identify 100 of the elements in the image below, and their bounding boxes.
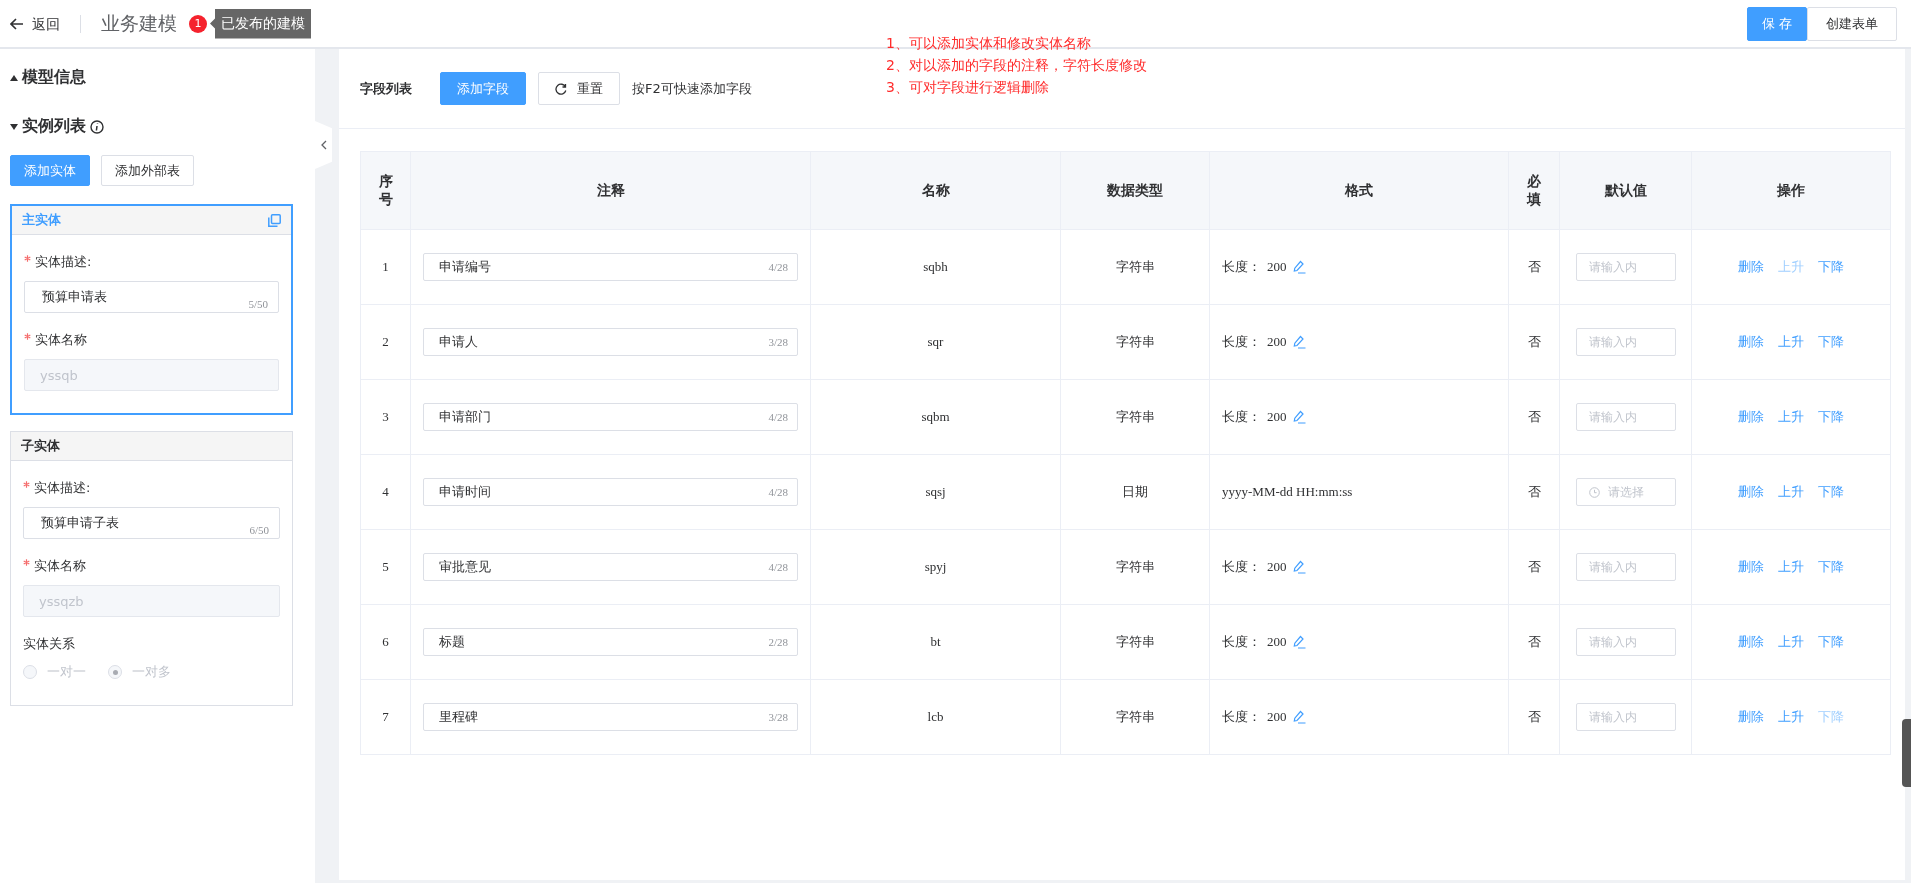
side-handle[interactable] [1902,719,1911,787]
action-link[interactable]: 下降 [1818,333,1844,351]
table-cell: sqbm [810,379,1061,455]
length-value: 200 [1267,409,1287,425]
table-cell: 否 [1508,529,1560,605]
action-link[interactable]: 下降 [1818,483,1844,501]
table-cell: lcb [810,679,1061,755]
column-header: 序号 [360,151,411,230]
annotation-note: 1、可以添加实体和修改实体名称 2、对以添加的字段的注释，字符长度修改 3、可对字段进行逻辑删除 [886,34,1147,97]
caret-up-icon [10,74,18,81]
column-header: 必填 [1508,151,1560,230]
action-link[interactable]: 删除 [1738,258,1764,276]
length-label: 长度： [1222,258,1261,276]
add-entity-button[interactable]: 添加实体 [10,155,90,186]
table-cell: 否 [1508,304,1560,380]
comment-field[interactable]: 申请部门 4/28 [423,403,798,431]
action-link[interactable]: 下降 [1818,558,1844,576]
copy-icon[interactable] [268,213,281,227]
reset-button[interactable]: 重置 [538,72,620,105]
length-label: 长度： [1222,633,1261,651]
column-header: 数据类型 [1060,151,1210,230]
table-cell: sqbh [810,229,1061,305]
arrow-left-icon [10,17,24,30]
comment-field[interactable]: 申请时间 4/28 [423,478,798,506]
edit-icon[interactable] [1292,635,1306,649]
description-field[interactable]: 预算申请子表 6/50 [23,507,280,539]
action-link[interactable]: 删除 [1738,483,1764,501]
table-cell: 3 [360,379,411,455]
field-label: 实体名称 [24,331,279,349]
field-label: 实体名称 [23,557,280,575]
field-label: 实体描述: [24,253,279,271]
save-button[interactable]: 保 存 [1746,6,1807,41]
field-label: 实体描述: [23,479,280,497]
add-field-button[interactable]: 添加字段 [440,72,526,105]
action-link[interactable]: 上升 [1778,633,1804,651]
hint-text: 按F2可快速添加字段 [632,79,752,98]
default-value-field[interactable]: 请输入内 [1575,403,1676,431]
table-cell: 否 [1508,679,1560,755]
clock-icon [1588,486,1600,498]
caret-down-icon [10,123,18,130]
table-cell: 否 [1508,454,1560,530]
edit-icon[interactable] [1292,560,1306,574]
action-link[interactable]: 上升 [1778,708,1804,726]
table-cell: 6 [360,604,411,680]
default-value-field[interactable]: 请输入内 [1575,553,1676,581]
table-cell: 字符串 [1060,604,1210,680]
table-cell: 否 [1508,229,1560,305]
back-link[interactable]: 返回 [10,14,81,33]
action-link[interactable]: 删除 [1738,708,1764,726]
refresh-icon [555,82,567,95]
table-cell: 否 [1508,379,1560,455]
comment-field[interactable]: 申请人 3/28 [423,328,798,356]
section-header[interactable]: 模型信息 [10,53,315,102]
edit-icon[interactable] [1292,710,1306,724]
section-header[interactable]: 实例列表 [10,102,315,151]
action-link[interactable]: 下降 [1818,258,1844,276]
action-link[interactable]: 上升 [1778,483,1804,501]
table-cell: 字符串 [1060,679,1210,755]
length-label: 长度： [1222,708,1261,726]
table-cell: 2 [360,304,411,380]
column-header: 注释 [410,151,811,230]
action-link[interactable]: 删除 [1738,633,1764,651]
table-cell: bt [810,604,1061,680]
add-external-table-button[interactable]: 添加外部表 [101,155,194,186]
tooltip: 已发布的建模 [210,8,311,39]
comment-field[interactable]: 审批意见 4/28 [423,553,798,581]
field-label: 实体关系 [23,635,76,653]
count-badge: 1 [189,14,207,33]
format-text: yyyy-MM-dd HH:mm:ss [1222,484,1353,499]
default-value-field[interactable]: 请输入内 [1575,253,1676,281]
action-link[interactable]: 下降 [1818,633,1844,651]
table-cell: 字符串 [1060,379,1210,455]
edit-icon[interactable] [1292,335,1306,349]
length-value: 200 [1267,559,1287,575]
description-field[interactable]: 预算申请表 5/50 [24,281,279,313]
length-value: 200 [1267,259,1287,275]
action-link[interactable]: 删除 [1738,558,1764,576]
default-value-field[interactable]: 请输入内 [1575,328,1676,356]
table-cell: sqr [810,304,1061,380]
length-value: 200 [1267,634,1287,650]
comment-field[interactable]: 标题 2/28 [423,628,798,656]
action-link[interactable]: 删除 [1738,408,1764,426]
edit-icon[interactable] [1292,410,1306,424]
edit-icon[interactable] [1292,260,1306,274]
entity-title: 子实体 [21,437,60,455]
entity-title: 主实体 [22,211,61,229]
default-value-field[interactable]: 请输入内 [1575,703,1676,731]
action-link[interactable]: 上升 [1778,558,1804,576]
action-link[interactable]: 上升 [1778,408,1804,426]
comment-field[interactable]: 申请编号 4/28 [423,253,798,281]
action-link[interactable]: 下降 [1818,408,1844,426]
comment-field[interactable]: 里程碑 3/28 [423,703,798,731]
time-picker[interactable]: 请选择 [1575,478,1676,506]
collapse-handle[interactable] [315,121,332,169]
action-link[interactable]: 上升 [1778,333,1804,351]
page-title: 业务建模 [101,10,177,36]
action-link[interactable]: 删除 [1738,333,1764,351]
column-header: 名称 [810,151,1061,230]
create-form-button[interactable]: 创建表单 [1807,6,1897,41]
default-value-field[interactable]: 请输入内 [1575,628,1676,656]
